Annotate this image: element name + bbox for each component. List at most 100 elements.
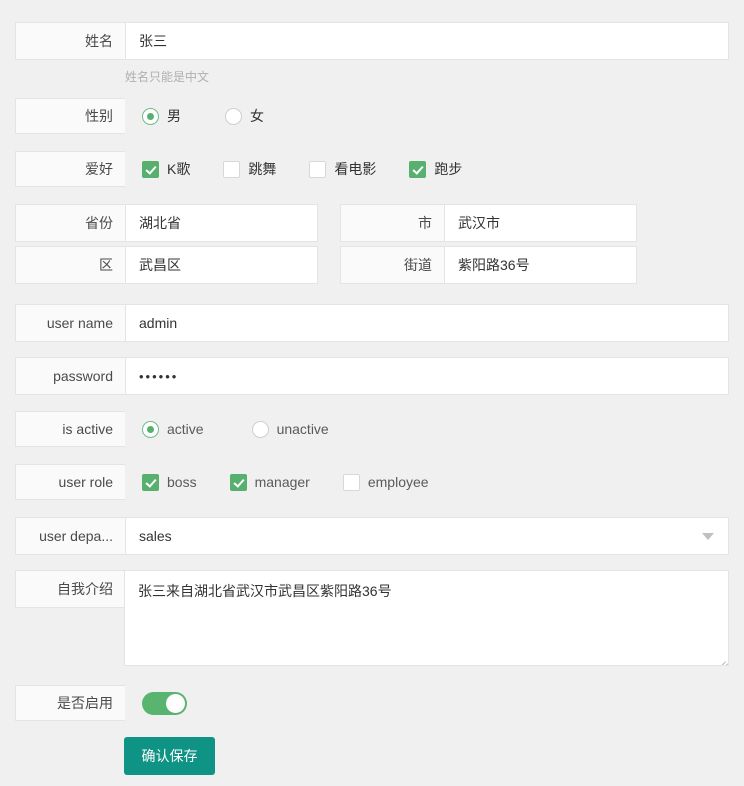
hobby-label-text: 爱好 <box>85 161 113 177</box>
name-label: 姓名 <box>15 22 125 60</box>
user-role-option-employee-label: employee <box>367 474 429 490</box>
district-label-text: 区 <box>99 257 113 273</box>
hobby-option-karaoke-label: K歌 <box>167 161 191 177</box>
province-label-text: 省份 <box>85 215 113 231</box>
form-row-password: password •••••• <box>15 357 729 395</box>
user-role-option-manager[interactable]: manager <box>229 473 310 491</box>
password-value: •••••• <box>139 368 179 384</box>
username-label-text: user name <box>46 315 113 331</box>
form-row-district: 区 武昌区 <box>15 246 318 284</box>
gender-option-female-label: 女 <box>250 108 264 124</box>
username-value: admin <box>139 315 178 331</box>
user-role-option-boss[interactable]: boss <box>142 473 197 491</box>
checkbox-unchecked-icon[interactable] <box>342 473 360 491</box>
form-row-gender: 性别 男 女 <box>15 98 729 134</box>
district-input[interactable]: 武昌区 <box>125 246 318 284</box>
intro-label: 自我介绍 <box>15 570 125 608</box>
intro-label-text: 自我介绍 <box>57 581 113 597</box>
gender-label-text: 性别 <box>85 108 113 124</box>
city-label-text: 市 <box>418 215 432 231</box>
username-label: user name <box>15 304 125 342</box>
user-role-label-text: user role <box>58 474 113 490</box>
form-row-name: 姓名 张三 <box>15 22 729 60</box>
department-value: sales <box>139 528 172 544</box>
street-label-text: 街道 <box>404 257 432 273</box>
form-row-street: 街道 紫阳路36号 <box>340 246 637 284</box>
street-value: 紫阳路36号 <box>458 257 530 273</box>
form-row-province: 省份 湖北省 <box>15 204 318 242</box>
is-active-option-active[interactable]: active <box>142 420 204 438</box>
checkbox-unchecked-icon[interactable] <box>223 160 241 178</box>
radio-on-icon[interactable] <box>142 107 159 125</box>
form-row-hobby: 爱好 K歌 跳舞 看电影 跑步 <box>15 151 729 187</box>
name-value: 张三 <box>139 33 167 49</box>
form-row-is-active: is active active unactive <box>15 411 729 447</box>
province-label: 省份 <box>15 204 125 242</box>
hobby-options: K歌 跳舞 看电影 跑步 <box>125 151 729 187</box>
is-active-label-text: is active <box>62 421 113 437</box>
form-row-username: user name admin <box>15 304 729 342</box>
form-row-department: user depa... sales <box>15 517 729 555</box>
hobby-option-running[interactable]: 跑步 <box>409 159 462 179</box>
name-input[interactable]: 张三 <box>125 22 729 60</box>
city-input[interactable]: 武汉市 <box>444 204 637 242</box>
street-label: 街道 <box>340 246 444 284</box>
is-active-option-active-label: active <box>167 421 204 437</box>
gender-option-male-label: 男 <box>167 108 181 124</box>
gender-option-female[interactable]: 女 <box>225 106 264 126</box>
checkbox-checked-icon[interactable] <box>229 473 247 491</box>
hobby-label: 爱好 <box>15 151 125 187</box>
hobby-option-dance[interactable]: 跳舞 <box>223 159 276 179</box>
department-select[interactable]: sales <box>125 517 729 555</box>
enable-toggle-switch[interactable] <box>142 691 187 715</box>
form-row-intro-label: 自我介绍 <box>15 570 125 608</box>
user-role-option-boss-label: boss <box>167 474 197 490</box>
name-label-text: 姓名 <box>85 33 113 49</box>
chevron-down-icon[interactable] <box>702 533 714 540</box>
department-label: user depa... <box>15 517 125 555</box>
hobby-option-running-label: 跑步 <box>434 161 463 177</box>
radio-off-icon[interactable] <box>251 420 269 438</box>
resize-handle-icon[interactable] <box>715 652 728 665</box>
checkbox-checked-icon[interactable] <box>142 473 159 491</box>
checkbox-checked-icon[interactable] <box>409 160 427 178</box>
is-active-label: is active <box>15 411 125 447</box>
checkbox-checked-icon[interactable] <box>142 160 159 178</box>
hobby-option-karaoke[interactable]: K歌 <box>142 159 190 179</box>
checkbox-unchecked-icon[interactable] <box>309 160 327 178</box>
toggle-knob <box>166 693 185 713</box>
name-hint: 姓名只能是中文 <box>125 70 210 84</box>
enabled-label-text: 是否启用 <box>57 695 113 711</box>
is-active-options: active unactive <box>125 411 729 447</box>
city-label: 市 <box>340 204 444 242</box>
form-row-city: 市 武汉市 <box>340 204 637 242</box>
hobby-option-movie-label: 看电影 <box>334 161 377 177</box>
street-input[interactable]: 紫阳路36号 <box>444 246 637 284</box>
gender-option-male[interactable]: 男 <box>142 106 181 126</box>
city-value: 武汉市 <box>458 215 500 231</box>
enabled-toggle-wrap <box>125 685 729 721</box>
gender-label: 性别 <box>15 98 125 134</box>
user-role-option-manager-label: manager <box>254 474 310 490</box>
form-row-user-role: user role boss manager employee <box>15 464 729 500</box>
password-label-text: password <box>53 368 113 384</box>
is-active-option-unactive[interactable]: unactive <box>251 420 329 438</box>
department-label-text: user depa... <box>39 528 113 544</box>
user-role-label: user role <box>15 464 125 500</box>
hobby-option-movie[interactable]: 看电影 <box>309 159 376 179</box>
save-button[interactable]: 确认保存 <box>124 737 215 775</box>
province-input[interactable]: 湖北省 <box>125 204 318 242</box>
form-row-enabled: 是否启用 <box>15 685 729 721</box>
username-input[interactable]: admin <box>125 304 729 342</box>
user-profile-form: 姓名 张三 姓名只能是中文 性别 男 女 爱好 K歌 跳舞 看电影 跑步 省份 … <box>0 0 744 786</box>
radio-off-icon[interactable] <box>225 107 242 125</box>
is-active-option-unactive-label: unactive <box>276 421 329 437</box>
user-role-option-employee[interactable]: employee <box>342 473 429 491</box>
intro-textarea[interactable]: 张三来自湖北省武汉市武昌区紫阳路36号 <box>124 570 729 666</box>
enabled-label: 是否启用 <box>15 685 125 721</box>
gender-options: 男 女 <box>125 98 729 134</box>
password-input[interactable]: •••••• <box>125 357 729 395</box>
radio-on-icon[interactable] <box>142 420 159 438</box>
user-role-options: boss manager employee <box>125 464 729 500</box>
province-value: 湖北省 <box>139 215 181 231</box>
